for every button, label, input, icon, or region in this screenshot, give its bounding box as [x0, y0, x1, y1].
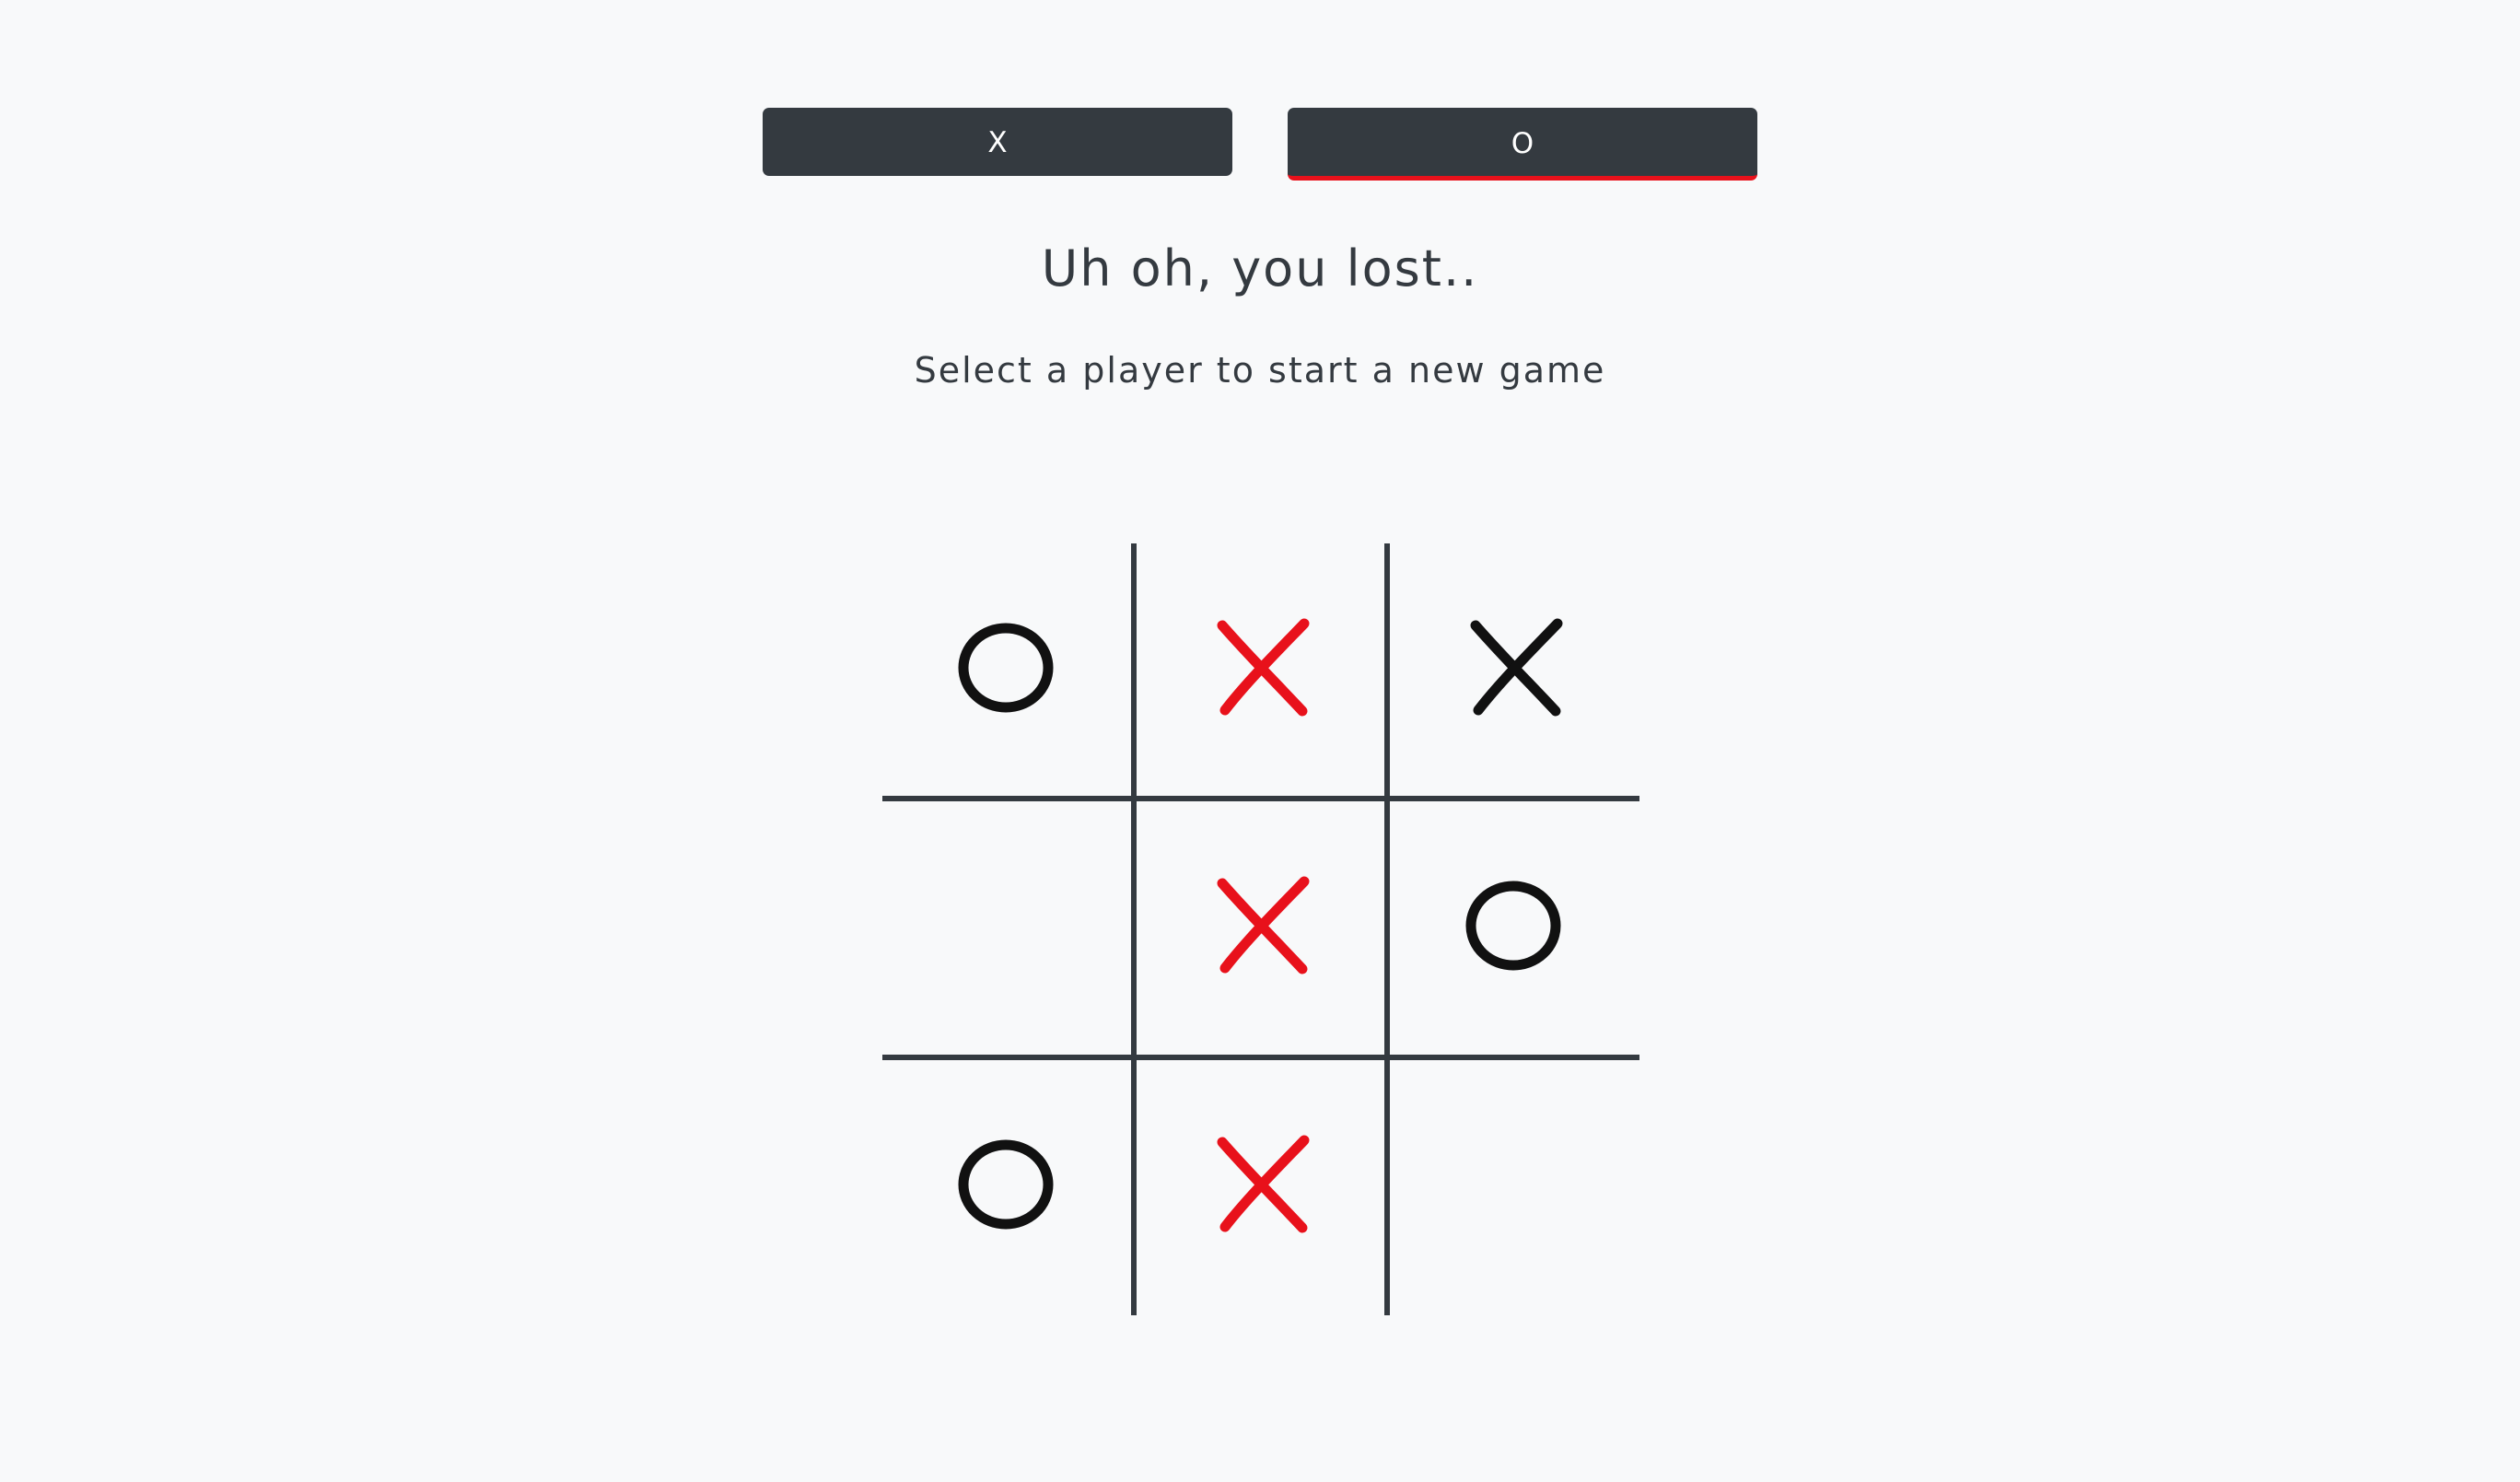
grid-line-vertical-2: [1384, 543, 1390, 1315]
grid-line-horizontal-2: [882, 1055, 1639, 1060]
game-result-heading: Uh oh, you lost..: [1041, 239, 1479, 298]
select-x-button[interactable]: X: [763, 108, 1232, 176]
x-mark-icon: [1470, 618, 1563, 717]
o-mark-icon: [958, 1139, 1054, 1230]
cell-bottom-right[interactable]: [1390, 1060, 1642, 1317]
o-mark-icon: [958, 623, 1054, 713]
cell-top-center[interactable]: [1137, 543, 1389, 800]
cell-top-right[interactable]: [1390, 543, 1642, 800]
cell-top-left[interactable]: [882, 543, 1135, 800]
cell-center[interactable]: [1137, 801, 1389, 1058]
x-mark-icon: [1217, 1135, 1310, 1233]
grid-line-horizontal-1: [882, 796, 1639, 801]
new-game-instruction: Select a player to start a new game: [914, 350, 1606, 391]
o-mark-icon: [1465, 881, 1561, 971]
x-mark-icon: [1217, 876, 1310, 974]
cell-bottom-center[interactable]: [1137, 1060, 1389, 1317]
cell-bottom-left[interactable]: [882, 1060, 1135, 1317]
select-o-button[interactable]: O: [1288, 108, 1757, 181]
cell-middle-right[interactable]: [1390, 801, 1642, 1058]
cell-middle-left[interactable]: [882, 801, 1135, 1058]
x-mark-icon: [1217, 618, 1310, 717]
game-board: [882, 543, 1642, 1317]
grid-line-vertical-1: [1131, 543, 1137, 1315]
